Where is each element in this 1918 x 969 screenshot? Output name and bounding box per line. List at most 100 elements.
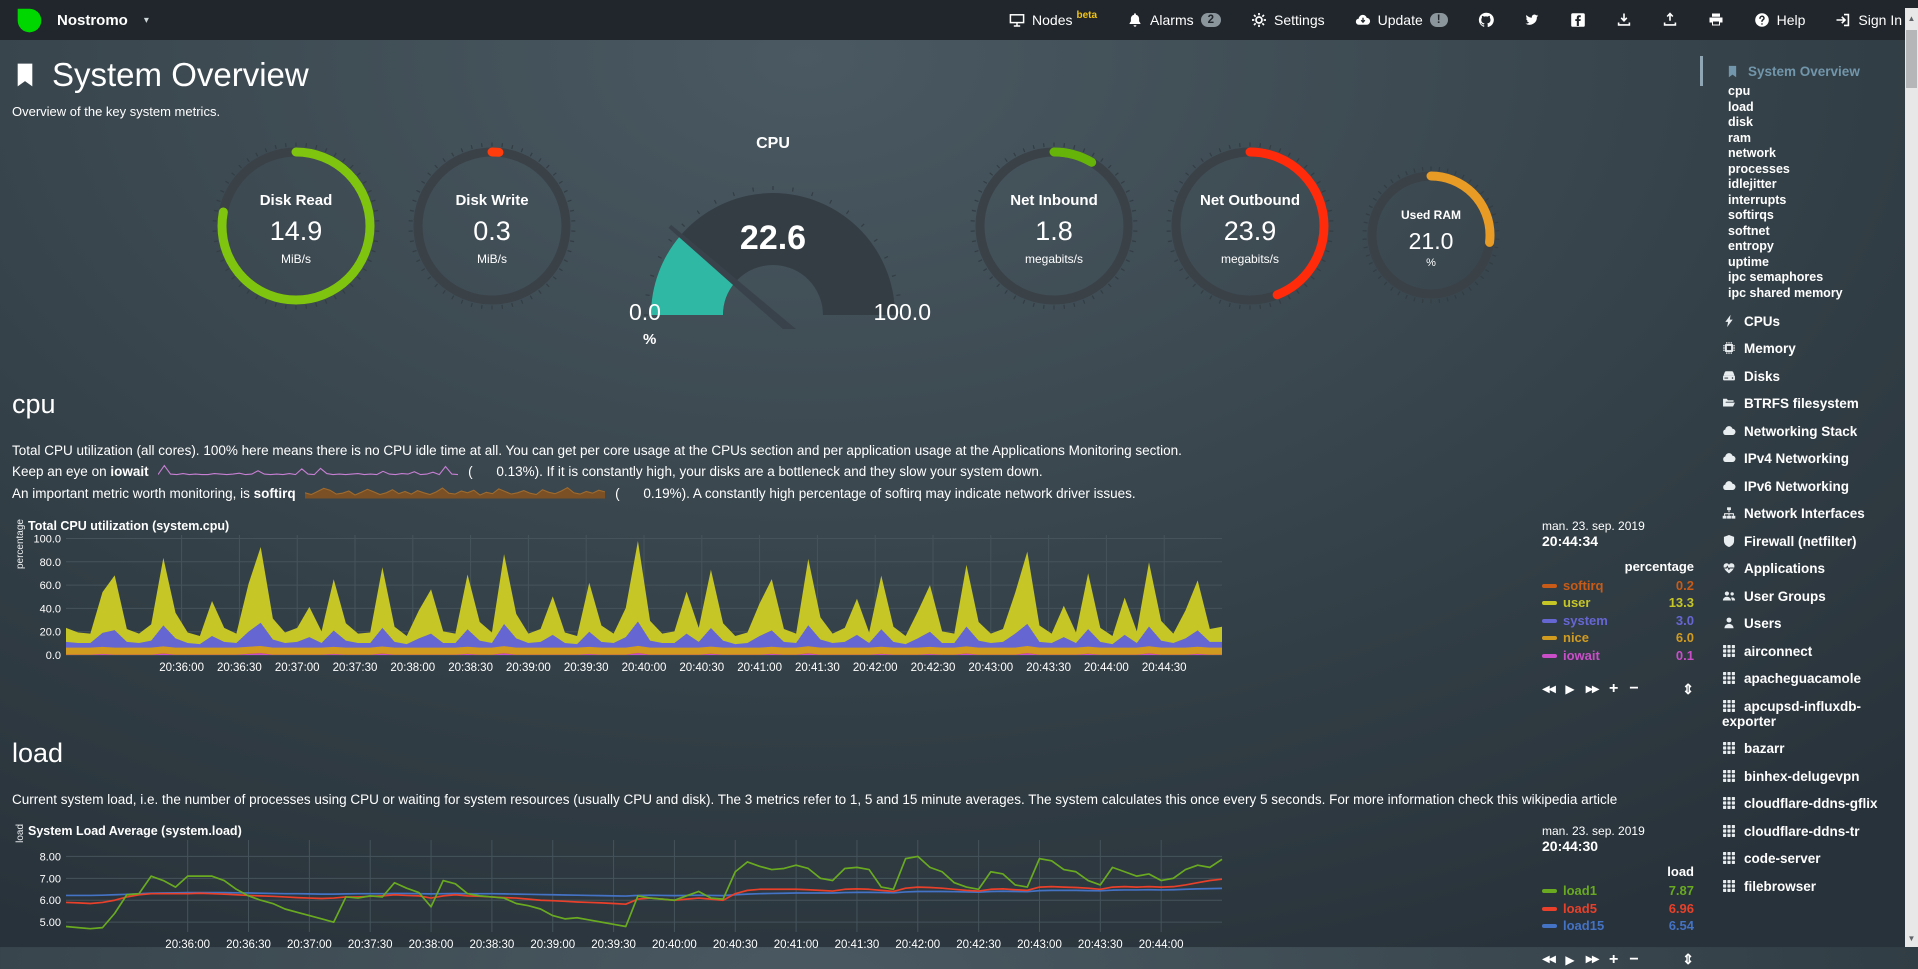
gauge-disk-write[interactable]: Disk Write 0.3 MiB/s bbox=[407, 141, 577, 311]
sidebar-item-firewall-netfilter[interactable]: Firewall (netfilter) bbox=[1700, 534, 1904, 549]
sidebar-item-ram[interactable]: ram bbox=[1700, 131, 1904, 147]
sidebar-item-softirqs[interactable]: softirqs bbox=[1700, 208, 1904, 224]
facebook-link[interactable] bbox=[1570, 12, 1586, 28]
print-button[interactable] bbox=[1708, 12, 1724, 28]
gauge-net-inbound[interactable]: Net Inbound 1.8 megabits/s bbox=[969, 141, 1139, 311]
sidebar-item-disks[interactable]: Disks bbox=[1700, 369, 1904, 384]
sidebar-item-users[interactable]: Users bbox=[1700, 616, 1904, 631]
sidebar-item-processes[interactable]: processes bbox=[1700, 162, 1904, 178]
gauge-disk-read[interactable]: Disk Read 14.9 MiB/s bbox=[211, 141, 381, 311]
zoom-out-icon[interactable]: − bbox=[1629, 680, 1638, 698]
shield-icon bbox=[1722, 534, 1736, 548]
alarms-button[interactable]: Alarms 2 bbox=[1127, 12, 1221, 28]
sidebar-item-label: IPv6 Networking bbox=[1744, 479, 1849, 494]
sidebar-item-load[interactable]: load bbox=[1700, 100, 1904, 116]
x-tick-label: 20:39:00 bbox=[530, 939, 575, 951]
caret-down-icon[interactable]: ▾ bbox=[144, 15, 149, 26]
scrollbar-up-icon[interactable]: ▲ bbox=[1905, 14, 1918, 23]
cpu-utilization-canvas[interactable]: 0.020.040.060.080.0100.020:36:0020:36:30… bbox=[28, 535, 1224, 675]
legend-series-name[interactable]: nice bbox=[1563, 629, 1589, 647]
cpu-chart-plot[interactable]: Total CPU utilization (system.cpu) 0.020… bbox=[28, 519, 1224, 680]
sidebar-item-ipv4-networking[interactable]: IPv4 Networking bbox=[1700, 451, 1904, 466]
load-average-canvas[interactable]: 5.006.007.008.0020:36:0020:36:3020:37:00… bbox=[28, 840, 1224, 952]
sidebar-item-cloudflare-ddns-tr[interactable]: cloudflare-ddns-tr bbox=[1700, 824, 1904, 839]
twitter-link[interactable] bbox=[1524, 12, 1540, 28]
sidebar-item-interrupts[interactable]: interrupts bbox=[1700, 193, 1904, 209]
sidebar-item-entropy[interactable]: entropy bbox=[1700, 239, 1904, 255]
legend-series-name[interactable]: system bbox=[1563, 612, 1608, 630]
zoom-out-icon[interactable]: − bbox=[1629, 951, 1638, 969]
sidebar-item-airconnect[interactable]: airconnect bbox=[1700, 644, 1904, 659]
import-button[interactable] bbox=[1616, 12, 1632, 28]
backward-icon[interactable]: ◀◀ bbox=[1542, 684, 1554, 695]
sidebar-item-bazarr[interactable]: bazarr bbox=[1700, 741, 1904, 756]
page-scrollbar[interactable]: ▲ ▼ bbox=[1905, 8, 1918, 947]
backward-icon[interactable]: ◀◀ bbox=[1542, 954, 1554, 965]
sign-in-button[interactable]: Sign In bbox=[1835, 12, 1902, 28]
x-tick-label: 20:42:30 bbox=[956, 939, 1001, 951]
scrollbar-down-icon[interactable]: ▼ bbox=[1905, 934, 1918, 943]
cpu-section-description: Total CPU utilization (all cores). 100% … bbox=[12, 440, 1700, 505]
nodes-button[interactable]: Nodes beta bbox=[1009, 12, 1097, 28]
sidebar-item-memory[interactable]: Memory bbox=[1700, 341, 1904, 356]
top-navbar: Nostromo ▾ Nodes beta Alarms 2 Settings … bbox=[0, 0, 1918, 40]
sidebar-item-softnet[interactable]: softnet bbox=[1700, 224, 1904, 240]
gauge-title: Disk Read bbox=[211, 192, 381, 209]
sidebar-item-idlejitter[interactable]: idlejitter bbox=[1700, 177, 1904, 193]
help-button[interactable]: Help bbox=[1754, 12, 1806, 28]
legend-series-name[interactable]: load1 bbox=[1563, 882, 1597, 900]
forward-icon[interactable]: ▶▶ bbox=[1586, 684, 1598, 695]
cpu-chart-toolbar: ◀◀ ▶ ▶▶ + − ⇕ bbox=[1542, 680, 1694, 698]
sidebar-item-system-overview[interactable]: System Overview bbox=[1700, 58, 1904, 84]
legend-series-value: 3.0 bbox=[1676, 612, 1694, 630]
sidebar-item-label: filebrowser bbox=[1744, 879, 1816, 894]
sidebar-item-filebrowser[interactable]: filebrowser bbox=[1700, 879, 1904, 894]
legend-series-name[interactable]: load15 bbox=[1563, 917, 1604, 935]
gauge-title: CPU bbox=[603, 135, 943, 153]
settings-button[interactable]: Settings bbox=[1251, 12, 1325, 28]
gauge-title: Disk Write bbox=[407, 192, 577, 209]
gauge-net-outbound[interactable]: Net Outbound 23.9 megabits/s bbox=[1165, 141, 1335, 311]
sidebar-item-network[interactable]: network bbox=[1700, 146, 1904, 162]
gauge-cpu[interactable]: CPU 22.6 0.0 100.0 % bbox=[603, 133, 943, 349]
legend-series-name[interactable]: user bbox=[1563, 594, 1590, 612]
sidebar-item-ipc-shared-memory[interactable]: ipc shared memory bbox=[1700, 286, 1904, 302]
sidebar-item-ipv6-networking[interactable]: IPv6 Networking bbox=[1700, 479, 1904, 494]
sidebar-item-cpu[interactable]: cpu bbox=[1700, 84, 1904, 100]
sidebar-item-network-interfaces[interactable]: Network Interfaces bbox=[1700, 506, 1904, 521]
node-name[interactable]: Nostromo bbox=[57, 12, 128, 29]
forward-icon[interactable]: ▶▶ bbox=[1586, 954, 1598, 965]
zoom-in-icon[interactable]: + bbox=[1609, 680, 1618, 698]
resize-icon[interactable]: ⇕ bbox=[1682, 951, 1694, 968]
legend-series-name[interactable]: load5 bbox=[1563, 900, 1597, 918]
wikipedia-link[interactable]: wikipedia article bbox=[1522, 792, 1617, 807]
zoom-in-icon[interactable]: + bbox=[1609, 951, 1618, 969]
legend-time: 20:44:34 bbox=[1542, 533, 1694, 549]
sidebar-item-ipc-semaphores[interactable]: ipc semaphores bbox=[1700, 270, 1904, 286]
sidebar-item-uptime[interactable]: uptime bbox=[1700, 255, 1904, 271]
sidebar-item-disk[interactable]: disk bbox=[1700, 115, 1904, 131]
load-chart-plot[interactable]: System Load Average (system.load) 5.006.… bbox=[28, 824, 1224, 957]
sidebar-item-cpus[interactable]: CPUs bbox=[1700, 314, 1904, 329]
gauge-used-ram[interactable]: Used RAM 21.0 % bbox=[1361, 165, 1501, 305]
sidebar-item-binhex-delugevpn[interactable]: binhex-delugevpn bbox=[1700, 769, 1904, 784]
resize-icon[interactable]: ⇕ bbox=[1682, 681, 1694, 698]
sidebar-item-btrfs-filesystem[interactable]: BTRFS filesystem bbox=[1700, 396, 1904, 411]
github-link[interactable] bbox=[1478, 12, 1494, 28]
memory-icon bbox=[1722, 341, 1736, 355]
scrollbar-thumb[interactable] bbox=[1906, 30, 1917, 88]
export-button[interactable] bbox=[1662, 12, 1678, 28]
sidebar-item-code-server[interactable]: code-server bbox=[1700, 851, 1904, 866]
legend-series-name[interactable]: iowait bbox=[1563, 647, 1600, 665]
legend-series-name[interactable]: softirq bbox=[1563, 577, 1603, 595]
update-button[interactable]: Update ! bbox=[1355, 12, 1448, 28]
sidebar-item-applications[interactable]: Applications bbox=[1700, 561, 1904, 576]
sidebar-item-apacheguacamole[interactable]: apacheguacamole bbox=[1700, 671, 1904, 686]
play-icon[interactable]: ▶ bbox=[1565, 682, 1574, 696]
sidebar-item-apcupsd-influxdb-exporter[interactable]: apcupsd-influxdb-exporter bbox=[1700, 699, 1904, 729]
sidebar-item-networking-stack[interactable]: Networking Stack bbox=[1700, 424, 1904, 439]
play-icon[interactable]: ▶ bbox=[1565, 953, 1574, 967]
sidebar-item-user-groups[interactable]: User Groups bbox=[1700, 589, 1904, 604]
brand[interactable]: Nostromo ▾ bbox=[16, 7, 149, 34]
sidebar-item-cloudflare-ddns-gflix[interactable]: cloudflare-ddns-gflix bbox=[1700, 796, 1904, 811]
